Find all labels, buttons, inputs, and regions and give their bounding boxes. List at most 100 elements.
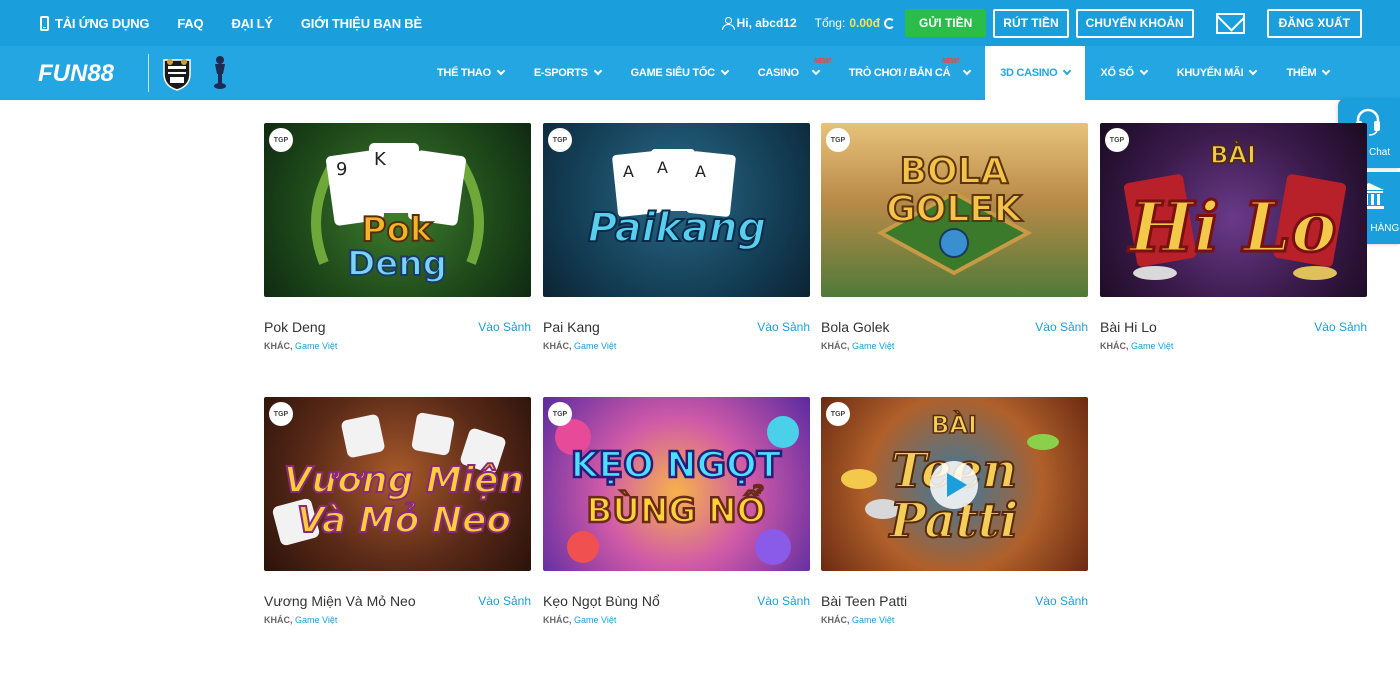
download-app-link[interactable]: TẢI ỨNG DỤNG xyxy=(40,15,150,31)
user-greeting[interactable]: Hi, abcd12 xyxy=(721,16,797,30)
nav-item-lottery[interactable]: XỔ SỐ xyxy=(1085,46,1161,100)
game-card-bola-golek: BOLA GOLEK TGP Bola Golek Vào Sảnh KHÁC,… xyxy=(821,123,1088,351)
logo-divider xyxy=(148,54,149,92)
enter-lobby-link[interactable]: Vào Sảnh xyxy=(757,594,810,608)
chevron-down-icon xyxy=(962,66,972,76)
game-category: KHÁC, Game Việt xyxy=(264,341,337,351)
pai-kang-artwork: A A A Paikang xyxy=(587,149,767,252)
game-title: Vương Miện Và Mỏ Neo xyxy=(264,593,416,609)
refer-friend-link[interactable]: GIỚI THIỆU BẠN BÈ xyxy=(301,16,422,31)
nav-item-promotions[interactable]: KHUYẾN MÃI xyxy=(1162,46,1272,100)
bai-teen-patti-artwork: BÀI Teen Patti xyxy=(841,409,1059,550)
user-icon xyxy=(721,17,735,30)
nav-item-more[interactable]: THÊM xyxy=(1271,46,1344,100)
game-card-pok-deng: 9 K Pok Deng TGP Pok Deng Vào Sảnh KHÁC,… xyxy=(264,123,531,351)
chevron-down-icon xyxy=(1139,66,1149,76)
main-nav: FUN88 THỂ THAO E-SPORTS GAME SIÊU TỐC CA… xyxy=(0,46,1400,100)
game-thumbnail[interactable]: KẸO NGỌT BÙNG NỔ TGP xyxy=(543,397,810,571)
nav-item-esports[interactable]: E-SPORTS xyxy=(519,46,616,100)
art-text-line2: Hi Lo xyxy=(1128,188,1337,268)
chevron-down-icon xyxy=(593,66,602,76)
svg-text:A: A xyxy=(623,162,634,181)
category-tag-link[interactable]: Game Việt xyxy=(1131,341,1173,351)
category-tag-link[interactable]: Game Việt xyxy=(574,341,616,351)
nav-item-label: THÊM xyxy=(1286,67,1317,79)
nav-item-games-fishing[interactable]: TRÒ CHƠI / BẮN CÁ NEW! xyxy=(834,46,985,100)
balance-label: Tổng: xyxy=(814,16,846,30)
category-tag-link[interactable]: Game Việt xyxy=(852,615,894,625)
art-text-line2: Deng xyxy=(347,244,447,284)
nav-item-label: TRÒ CHƠI / BẮN CÁ xyxy=(848,67,951,79)
provider-badge: TGP xyxy=(826,402,850,426)
art-text: Paikang xyxy=(588,205,766,251)
deposit-button[interactable]: GỬI TIỀN xyxy=(905,9,987,37)
game-title: Bola Golek xyxy=(821,319,890,335)
game-thumbnail[interactable]: BOLA GOLEK TGP xyxy=(821,123,1088,297)
mail-icon[interactable] xyxy=(1215,12,1245,34)
game-title: Pok Deng xyxy=(264,319,326,335)
category-tag-link[interactable]: Game Việt xyxy=(574,615,616,625)
art-text-line2: GOLEK xyxy=(886,189,1023,230)
enter-lobby-link[interactable]: Vào Sảnh xyxy=(478,594,531,608)
nav-item-label: THỂ THAO xyxy=(437,67,491,79)
faq-label: FAQ xyxy=(177,15,204,31)
game-category: KHÁC, Game Việt xyxy=(543,341,616,351)
provider-badge: TGP xyxy=(269,128,293,152)
nav-item-casino[interactable]: CASINO NEW! xyxy=(743,46,834,100)
game-thumbnail[interactable]: Vương Miện Và Mỏ Neo TGP xyxy=(264,397,531,571)
category-label: KHÁC, xyxy=(264,341,293,351)
provider-badge: TGP xyxy=(1105,128,1129,152)
game-card-bai-hi-lo: BÀI Hi Lo TGP Bài Hi Lo Vào Sảnh KHÁC, G… xyxy=(1100,123,1367,351)
nav-item-3d-casino[interactable]: 3D CASINO xyxy=(985,46,1086,100)
enter-lobby-link[interactable]: Vào Sảnh xyxy=(1035,594,1088,608)
game-card-keo-ngot-bung-no: KẸO NGỌT BÙNG NỔ TGP Kẹo Ngọt Bùng Nổ Và… xyxy=(543,397,810,625)
category-label: KHÁC, xyxy=(543,341,572,351)
withdraw-button[interactable]: RÚT TIỀN xyxy=(993,8,1069,38)
transfer-button[interactable]: CHUYỂN KHOẢN xyxy=(1075,8,1194,38)
category-tag-link[interactable]: Game Việt xyxy=(295,341,337,351)
enter-lobby-link[interactable]: Vào Sảnh xyxy=(1035,320,1088,334)
enter-lobby-link[interactable]: Vào Sảnh xyxy=(478,320,531,334)
new-badge: NEW! xyxy=(941,58,960,65)
agent-link[interactable]: ĐẠI LÝ xyxy=(231,16,273,31)
vuong-mien-va-mo-neo-artwork: Vương Miện Và Mỏ Neo xyxy=(272,412,525,546)
new-badge: NEW! xyxy=(813,58,832,65)
enter-lobby-link[interactable]: Vào Sảnh xyxy=(757,320,810,334)
game-thumbnail[interactable]: BÀI Hi Lo TGP xyxy=(1100,123,1367,297)
refer-friend-label: GIỚI THIỆU BẠN BÈ xyxy=(300,15,422,31)
svg-text:A: A xyxy=(695,162,706,181)
bai-hi-lo-artwork: BÀI Hi Lo xyxy=(1123,139,1347,280)
chevron-down-icon xyxy=(720,66,730,76)
game-thumbnail[interactable]: BÀI Teen Patti TGP xyxy=(821,397,1088,571)
nav-item-fast-games[interactable]: GAME SIÊU TỐC xyxy=(616,46,743,100)
chevron-down-icon xyxy=(1063,66,1072,76)
download-app-label: TẢI ỨNG DỤNG xyxy=(55,15,150,31)
art-text-line1: BOLA xyxy=(900,151,1009,192)
game-thumbnail[interactable]: 9 K Pok Deng TGP xyxy=(264,123,531,297)
chevron-down-icon xyxy=(1249,66,1258,76)
category-label: KHÁC, xyxy=(264,615,293,625)
art-text-line1: KẸO NGỌT xyxy=(571,445,782,486)
art-text-line1: Vương Miện xyxy=(284,460,524,501)
svg-text:9: 9 xyxy=(336,159,347,180)
game-title: Bài Teen Patti xyxy=(821,593,908,609)
category-tag-link[interactable]: Game Việt xyxy=(852,341,894,351)
chevron-down-icon xyxy=(496,66,506,76)
fun88-logo[interactable]: FUN88 xyxy=(38,60,114,88)
game-card-vuong-mien-va-mo-neo: Vương Miện Và Mỏ Neo TGP Vương Miện Và M… xyxy=(264,397,531,625)
game-title: Bài Hi Lo xyxy=(1100,319,1157,335)
enter-lobby-link[interactable]: Vào Sảnh xyxy=(1314,320,1367,334)
logout-button[interactable]: ĐĂNG XUẤT xyxy=(1266,8,1362,38)
game-category: KHÁC, Game Việt xyxy=(264,615,337,625)
bola-golek-artwork: BOLA GOLEK xyxy=(876,150,1033,276)
category-tag-link[interactable]: Game Việt xyxy=(295,615,337,625)
faq-link[interactable]: FAQ xyxy=(177,16,203,31)
refresh-icon[interactable] xyxy=(884,17,895,29)
nav-item-label: CASINO xyxy=(757,67,799,79)
nav-item-sports[interactable]: THỂ THAO xyxy=(422,46,519,100)
category-label: KHÁC, xyxy=(1100,341,1129,351)
game-thumbnail[interactable]: A A A Paikang TGP xyxy=(543,123,810,297)
top-bar: TẢI ỨNG DỤNG FAQ ĐẠI LÝ GIỚI THIỆU BẠN B… xyxy=(0,0,1400,46)
art-text-line1: BÀI xyxy=(1210,140,1256,169)
provider-badge: TGP xyxy=(548,402,572,426)
